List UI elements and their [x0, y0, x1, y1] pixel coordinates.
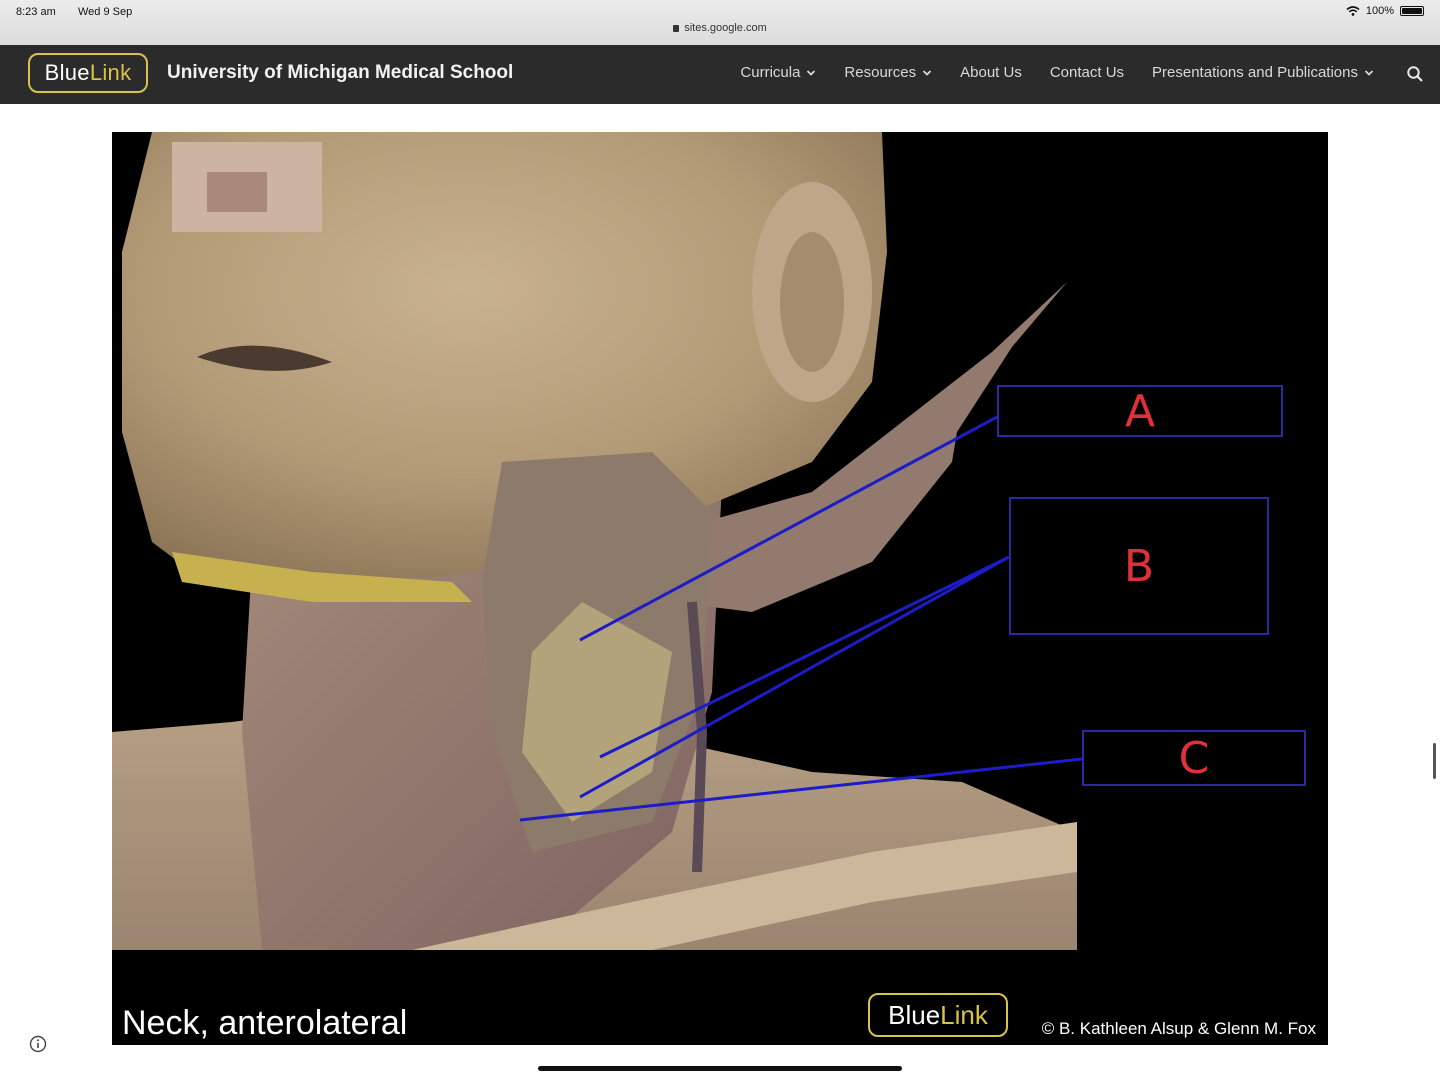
label-a-text: A	[1124, 385, 1156, 437]
copyright-credit: © B. Kathleen Alsup & Glenn M. Fox	[1041, 1019, 1316, 1038]
search-icon[interactable]	[1406, 65, 1424, 83]
battery-icon	[1400, 6, 1424, 16]
status-time: 8:23 am	[16, 6, 56, 18]
main-nav: Curricula Resources About Us Contact Us …	[740, 64, 1374, 81]
nav-presentations[interactable]: Presentations and Publications	[1152, 64, 1374, 81]
nav-resources[interactable]: Resources	[844, 64, 932, 81]
lock-icon	[673, 25, 680, 32]
label-b-text: B	[1123, 540, 1155, 592]
figure-caption: Neck, anterolateral	[122, 1004, 408, 1042]
wifi-icon	[1346, 6, 1360, 16]
nav-about-label: About Us	[960, 64, 1022, 81]
nav-resources-label: Resources	[844, 64, 917, 81]
nav-about[interactable]: About Us	[960, 64, 1022, 81]
logo-blue-text: Blue	[44, 60, 90, 85]
chevron-down-icon	[922, 69, 932, 76]
nav-presentations-label: Presentations and Publications	[1152, 64, 1358, 81]
nav-curricula-label: Curricula	[740, 64, 801, 81]
status-right: 100%	[1346, 5, 1424, 17]
bluelink-logo[interactable]: Blue Link	[28, 53, 148, 93]
status-date: Wed 9 Sep	[78, 6, 133, 18]
home-indicator[interactable]	[538, 1066, 902, 1071]
nav-curricula[interactable]: Curricula	[740, 64, 816, 81]
figure-bluelink-logo: Blue Link	[868, 993, 1008, 1037]
chevron-down-icon	[807, 69, 816, 76]
address-bar[interactable]: sites.google.com	[0, 22, 1440, 34]
label-c-text: C	[1178, 732, 1210, 784]
nav-contact-label: Contact Us	[1049, 64, 1125, 81]
label-box-a[interactable]: A	[997, 385, 1283, 437]
site-header: Blue Link University of Michigan Medical …	[0, 45, 1440, 104]
anatomy-figure: A B C Neck, anterolateral Blue Link © B. …	[112, 132, 1328, 1045]
chevron-down-icon	[1364, 69, 1374, 76]
url-text: sites.google.com	[684, 22, 767, 34]
nav-contact[interactable]: Contact Us	[1050, 64, 1124, 81]
scrollbar-handle[interactable]	[1433, 743, 1436, 779]
figure-logo-link-text: Link	[940, 999, 988, 1030]
battery-percent: 100%	[1365, 5, 1394, 17]
logo-link-text: Link	[89, 60, 132, 85]
label-box-b[interactable]: B	[1009, 497, 1269, 635]
label-box-c[interactable]: C	[1082, 730, 1306, 786]
info-icon[interactable]	[29, 1035, 47, 1053]
figure-logo-blue-text: Blue	[888, 999, 941, 1030]
school-name[interactable]: University of Michigan Medical School	[167, 62, 513, 84]
status-bar: 8:23 am Wed 9 Sep sites.google.com 100%	[0, 0, 1440, 45]
